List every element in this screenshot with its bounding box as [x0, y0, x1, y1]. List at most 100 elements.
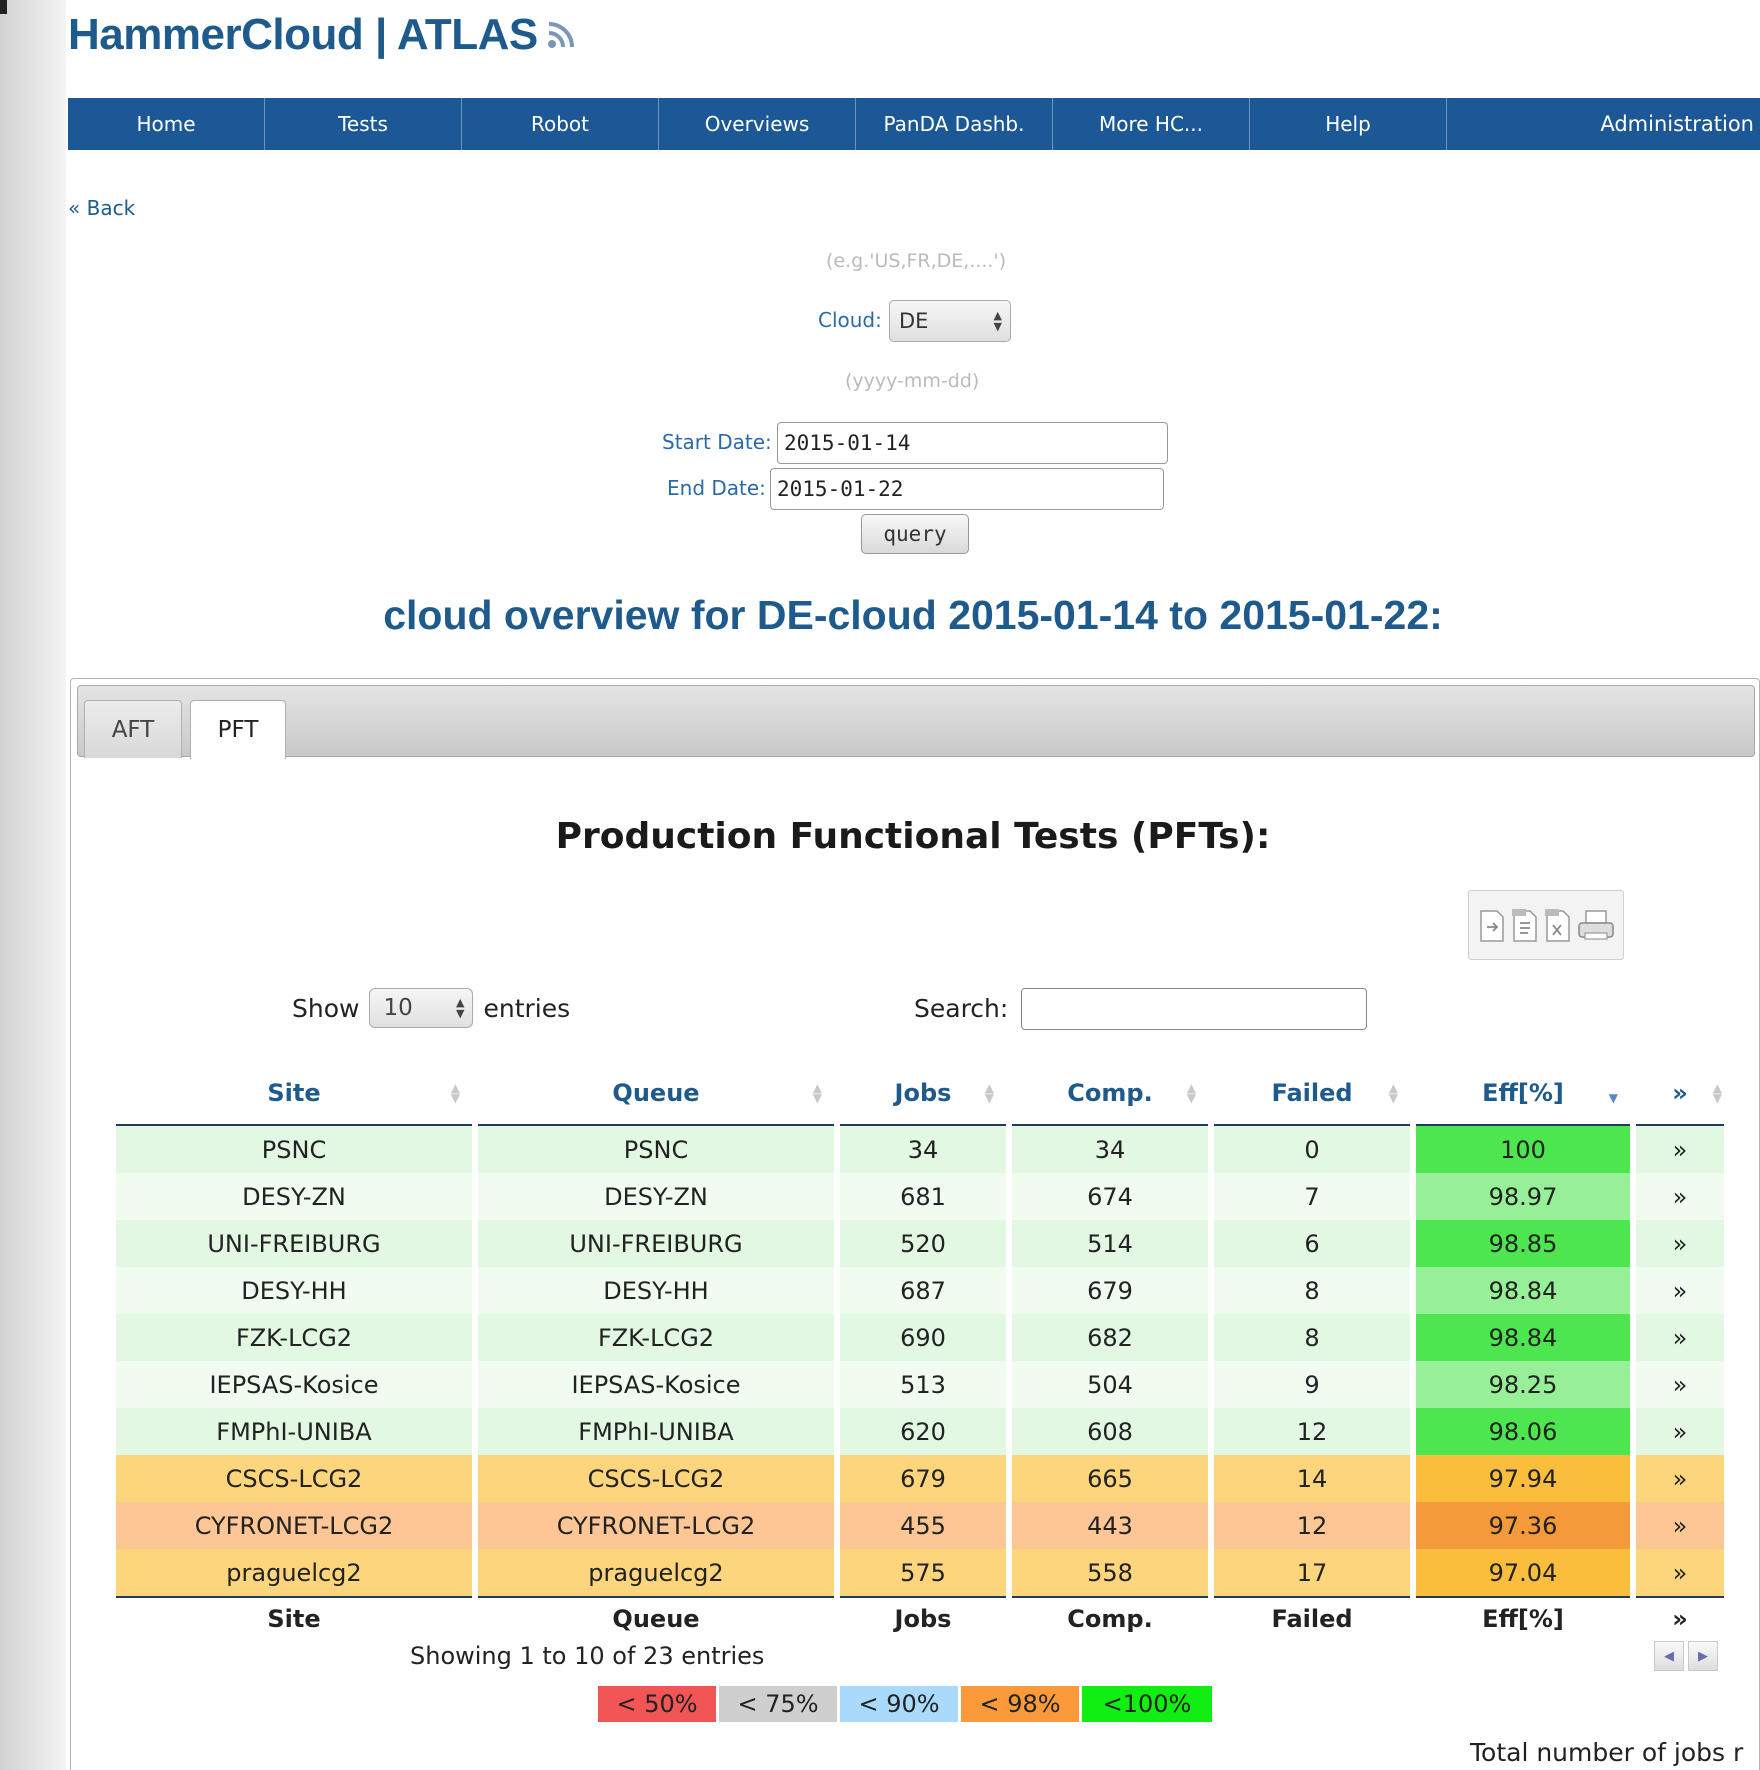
column-header-label: Queue	[612, 1079, 700, 1107]
cell-jobs: 455	[840, 1502, 1006, 1549]
end-date-label: End Date:	[667, 476, 766, 500]
section-title: Production Functional Tests (PFTs):	[555, 816, 1271, 857]
table-footer-row: Site Queue Jobs Comp. Failed Eff[%] »	[116, 1596, 1724, 1640]
column-header-label: Comp.	[1067, 1079, 1153, 1107]
next-arrow-icon[interactable]: ▶	[1688, 1641, 1718, 1671]
cell-comp: 608	[1012, 1408, 1208, 1455]
search-label: Search:	[914, 994, 1009, 1023]
column-header-site[interactable]: Site ▲ ▼	[116, 1062, 472, 1126]
cell-comp: 514	[1012, 1220, 1208, 1267]
cell-queue: FZK-LCG2	[478, 1314, 834, 1361]
prev-arrow-icon[interactable]: ◀	[1654, 1641, 1684, 1671]
details-link[interactable]: »	[1636, 1502, 1724, 1549]
cell-queue: UNI-FREIBURG	[478, 1220, 834, 1267]
cell-eff: 98.97	[1416, 1173, 1630, 1220]
footer-site: Site	[116, 1596, 472, 1640]
details-link[interactable]: »	[1636, 1455, 1724, 1502]
entries-label: entries	[483, 993, 571, 1023]
column-header-queue[interactable]: Queue ▲ ▼	[478, 1062, 834, 1126]
cell-queue: CYFRONET-LCG2	[478, 1502, 834, 1549]
cell-comp: 679	[1012, 1267, 1208, 1314]
cell-failed: 6	[1214, 1220, 1410, 1267]
start-date-input[interactable]: 2015-01-14	[777, 422, 1168, 464]
nav-panda-dashboard[interactable]: PanDA Dashb.	[856, 98, 1053, 150]
page-size-value: 10	[383, 995, 413, 1021]
copy-icon[interactable]	[1477, 905, 1507, 945]
overview-title: cloud overview for DE-cloud 2015-01-14 t…	[383, 592, 1443, 638]
nav-more-hc[interactable]: More HC...	[1053, 98, 1250, 150]
legend-lt90: < 90%	[840, 1686, 958, 1722]
cell-queue: DESY-HH	[478, 1267, 834, 1314]
cell-site: DESY-ZN	[116, 1173, 472, 1220]
legend-lt50: < 50%	[598, 1686, 716, 1722]
nav-robot[interactable]: Robot	[462, 98, 659, 150]
csv-icon[interactable]	[1510, 905, 1540, 945]
footer-failed: Failed	[1214, 1596, 1410, 1640]
details-link[interactable]: »	[1636, 1361, 1724, 1408]
column-header-label: Site	[267, 1079, 321, 1107]
details-link[interactable]: »	[1636, 1220, 1724, 1267]
cell-site: DESY-HH	[116, 1267, 472, 1314]
search-input[interactable]	[1021, 988, 1367, 1030]
table-info: Showing 1 to 10 of 23 entries	[410, 1642, 765, 1670]
cell-queue: praguelcg2	[478, 1549, 834, 1596]
window-edge-mark	[0, 0, 7, 14]
details-link[interactable]: »	[1636, 1173, 1724, 1220]
table-row: PSNC PSNC 34 34 0 100»	[116, 1126, 1724, 1173]
column-header-jobs[interactable]: Jobs ▲ ▼	[840, 1062, 1006, 1126]
print-icon[interactable]	[1576, 905, 1616, 945]
column-header-details[interactable]: » ▲ ▼	[1636, 1062, 1724, 1126]
nav-administration[interactable]: Administration	[1447, 98, 1760, 150]
nav-overviews[interactable]: Overviews	[659, 98, 856, 150]
cell-eff: 97.94	[1416, 1455, 1630, 1502]
column-header-eff[interactable]: Eff[%] ▼	[1416, 1062, 1630, 1126]
column-header-failed[interactable]: Failed ▲ ▼	[1214, 1062, 1410, 1126]
details-link[interactable]: »	[1636, 1314, 1724, 1361]
app-title-text: HammerCloud | ATLAS	[68, 10, 538, 59]
cell-jobs: 681	[840, 1173, 1006, 1220]
details-link[interactable]: »	[1636, 1126, 1724, 1173]
cell-jobs: 620	[840, 1408, 1006, 1455]
tab-pft[interactable]: PFT	[190, 700, 286, 759]
cell-site: praguelcg2	[116, 1549, 472, 1596]
sort-icon: ▲ ▼	[1388, 1081, 1398, 1105]
cell-comp: 674	[1012, 1173, 1208, 1220]
cell-site: CSCS-LCG2	[116, 1455, 472, 1502]
xls-icon[interactable]	[1543, 905, 1573, 945]
page-size-select[interactable]: 10 ▲ ▼	[369, 988, 474, 1028]
cell-comp: 504	[1012, 1361, 1208, 1408]
cell-queue: IEPSAS-Kosice	[478, 1361, 834, 1408]
select-spinner-icon: ▲ ▼	[993, 309, 1002, 333]
column-header-comp[interactable]: Comp. ▲ ▼	[1012, 1062, 1208, 1126]
tab-aft[interactable]: AFT	[84, 700, 182, 758]
query-button[interactable]: query	[861, 514, 969, 554]
back-link[interactable]: « Back	[68, 196, 135, 220]
details-link[interactable]: »	[1636, 1549, 1724, 1596]
rss-icon[interactable]	[546, 20, 576, 50]
table-row: FMPhI-UNIBA FMPhI-UNIBA 620 608 12 98.06»	[116, 1408, 1724, 1455]
cell-eff: 98.84	[1416, 1267, 1630, 1314]
column-header-label: Failed	[1271, 1079, 1353, 1107]
cell-failed: 7	[1214, 1173, 1410, 1220]
footer-queue: Queue	[478, 1596, 834, 1640]
cloud-select[interactable]: DE ▲ ▼	[889, 300, 1011, 342]
footer-details: »	[1636, 1596, 1724, 1640]
pagination: ◀ ▶	[1654, 1641, 1718, 1671]
end-date-input[interactable]: 2015-01-22	[770, 468, 1164, 510]
details-link[interactable]: »	[1636, 1267, 1724, 1314]
nav-home[interactable]: Home	[68, 98, 265, 150]
table-row: CSCS-LCG2 CSCS-LCG2 679 665 14 97.94»	[116, 1455, 1724, 1502]
footer-comp: Comp.	[1012, 1596, 1208, 1640]
cell-jobs: 513	[840, 1361, 1006, 1408]
cell-failed: 8	[1214, 1267, 1410, 1314]
date-hint: (yyyy-mm-dd)	[845, 370, 980, 392]
cell-site: UNI-FREIBURG	[116, 1220, 472, 1267]
cell-queue: FMPhI-UNIBA	[478, 1408, 834, 1455]
nav-help[interactable]: Help	[1250, 98, 1447, 150]
details-link[interactable]: »	[1636, 1408, 1724, 1455]
cell-eff: 100	[1416, 1126, 1630, 1173]
sort-icon: ▲ ▼	[812, 1081, 822, 1105]
cell-jobs: 687	[840, 1267, 1006, 1314]
export-toolbar	[1468, 890, 1624, 960]
nav-tests[interactable]: Tests	[265, 98, 462, 150]
